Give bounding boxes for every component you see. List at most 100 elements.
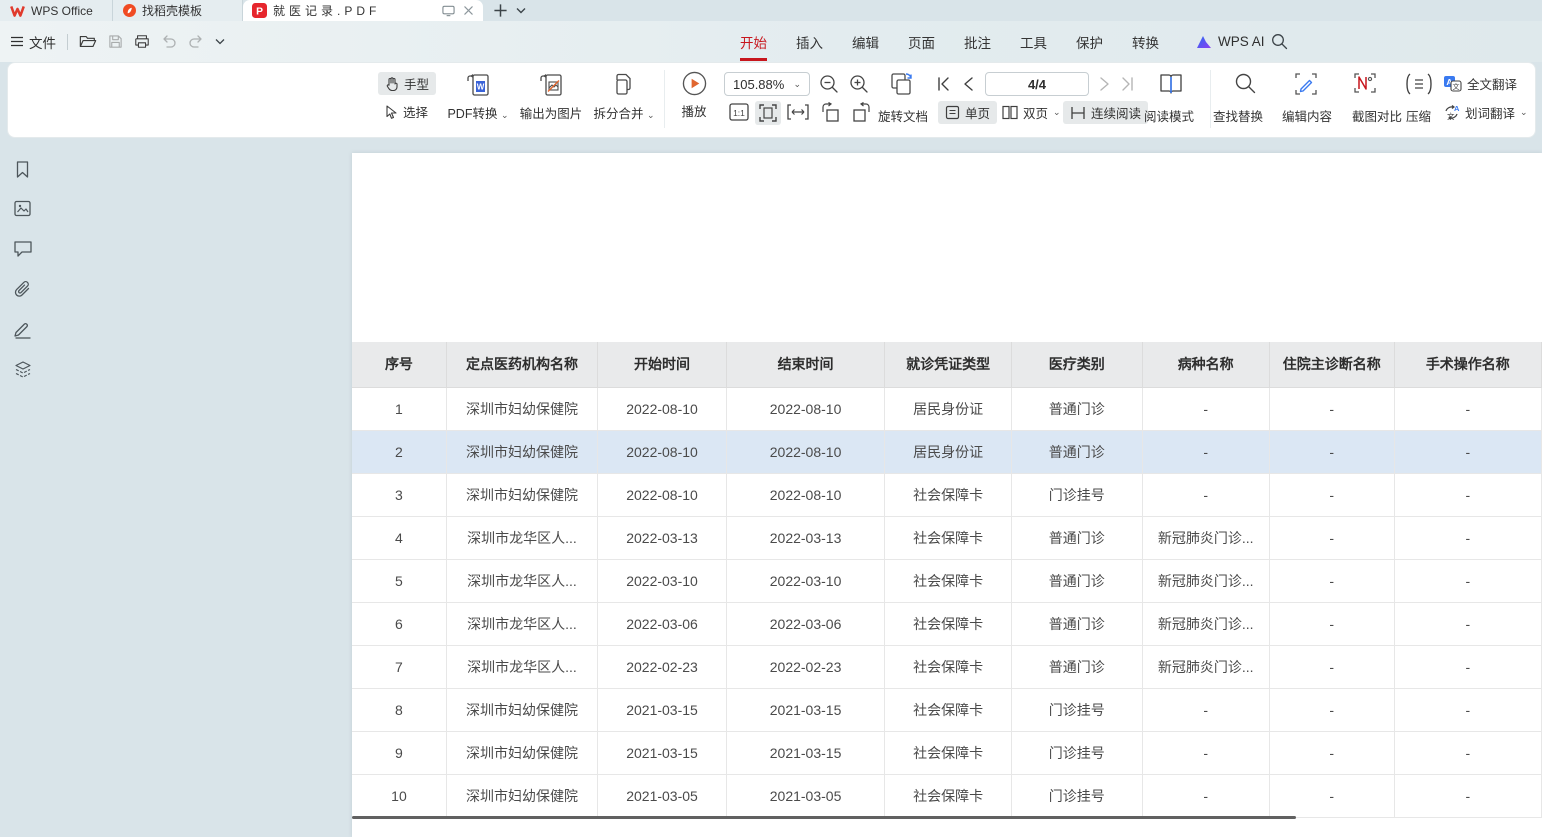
table-cell: - — [1269, 473, 1394, 516]
compress-icon[interactable] — [1404, 73, 1434, 95]
compress-label[interactable]: 压缩 — [1406, 106, 1431, 125]
table-cell: 门诊挂号 — [1012, 731, 1142, 774]
file-menu-button[interactable]: 文件 — [10, 32, 56, 52]
chevron-down-icon: ⌄ — [647, 110, 655, 120]
fit-page-button[interactable] — [755, 101, 781, 125]
attachment-icon[interactable] — [13, 280, 33, 300]
edit-content-icon[interactable] — [1295, 73, 1317, 95]
rotate-left-icon[interactable] — [820, 102, 842, 122]
first-page-icon[interactable] — [936, 77, 950, 91]
tab-wps-home[interactable]: WPS Office — [0, 0, 113, 21]
table-cell: 2022-08-10 — [598, 387, 727, 430]
replace-pages-icon[interactable] — [889, 72, 915, 96]
chevron-down-icon: ⌄ — [793, 79, 801, 90]
screenshot-compare-icon[interactable] — [1354, 73, 1378, 95]
close-icon[interactable] — [463, 5, 474, 16]
table-cell: - — [1142, 473, 1269, 516]
thumbnail-icon[interactable] — [13, 199, 32, 218]
full-translate-button[interactable]: A 文 全文翻译 — [1443, 74, 1517, 93]
wps-ai-label: WPS AI — [1218, 34, 1265, 49]
select-tool-button[interactable]: 选择 — [378, 100, 435, 123]
find-replace-icon[interactable] — [1235, 73, 1256, 94]
open-folder-icon[interactable] — [79, 34, 97, 49]
double-page-button[interactable]: 双页 ⌄ — [995, 101, 1068, 124]
table-cell: 普通门诊 — [1012, 516, 1142, 559]
play-button[interactable]: 播放 — [672, 71, 716, 120]
chevron-down-icon: ⌄ — [501, 110, 509, 120]
wps-ai-icon — [1196, 35, 1212, 49]
screenshot-compare-label[interactable]: 截图对比 — [1352, 106, 1402, 125]
tab-strip: WPS Office 找稻壳模板 P 就医记录.PDF — [0, 0, 1542, 21]
fit-width-icon[interactable] — [787, 104, 809, 120]
table-row: 9深圳市妇幼保健院2021-03-152021-03-15社会保障卡门诊挂号--… — [352, 731, 1542, 774]
actual-size-icon[interactable]: 1:1 — [729, 103, 749, 121]
hand-tool-button[interactable]: 手型 — [378, 72, 436, 95]
layers-icon[interactable] — [13, 359, 33, 379]
table-cell: - — [1142, 774, 1269, 817]
table-cell: 深圳市龙华区人... — [446, 645, 597, 688]
tab-docer[interactable]: 找稻壳模板 — [113, 0, 243, 21]
tab-convert[interactable]: 转换 — [1132, 32, 1159, 52]
continuous-read-button[interactable]: 连续阅读 — [1063, 101, 1148, 124]
wps-ai-button[interactable]: WPS AI — [1196, 21, 1265, 62]
word-translate-button[interactable]: 文 A 划词翻译 ⌄ — [1443, 103, 1528, 122]
zoom-out-icon[interactable] — [819, 74, 839, 94]
table-cell: 9 — [352, 731, 446, 774]
quick-access-chevron-icon[interactable] — [215, 38, 225, 45]
table-cell: 深圳市龙华区人... — [446, 602, 597, 645]
prev-page-icon[interactable] — [963, 77, 973, 91]
table-cell: - — [1269, 731, 1394, 774]
single-page-button[interactable]: 单页 — [938, 101, 997, 124]
single-page-label: 单页 — [965, 103, 990, 122]
detach-window-icon[interactable] — [442, 5, 455, 17]
print-icon[interactable] — [134, 34, 150, 49]
rotate-right-icon[interactable] — [850, 102, 872, 122]
tab-protect[interactable]: 保护 — [1076, 32, 1103, 52]
file-menu-label: 文件 — [29, 32, 56, 52]
page-number-input[interactable]: 4/4 — [985, 72, 1089, 96]
search-icon[interactable] — [1271, 33, 1288, 50]
undo-icon[interactable] — [161, 35, 177, 49]
chevron-down-icon: ⌄ — [1520, 107, 1528, 118]
bookmark-icon[interactable] — [13, 160, 32, 179]
last-page-icon[interactable] — [1121, 77, 1135, 91]
find-replace-label[interactable]: 查找替换 — [1213, 106, 1263, 125]
tab-list-chevron-icon[interactable] — [516, 7, 526, 14]
read-mode-book-icon[interactable] — [1158, 72, 1184, 96]
table-cell: - — [1394, 602, 1541, 645]
full-translate-icon: A 文 — [1443, 75, 1462, 92]
table-cell: 普通门诊 — [1012, 559, 1142, 602]
tab-comment[interactable]: 批注 — [964, 32, 991, 52]
pdf-convert-button[interactable]: W PDF转换 ⌄ — [443, 72, 513, 122]
tab-edit[interactable]: 编辑 — [852, 32, 879, 52]
new-tab-icon[interactable] — [493, 3, 508, 18]
zoom-in-icon[interactable] — [849, 74, 869, 94]
table-cell: - — [1142, 430, 1269, 473]
split-merge-button[interactable]: 拆分合并 ⌄ — [588, 72, 660, 122]
tab-insert[interactable]: 插入 — [796, 32, 823, 52]
next-page-icon[interactable] — [1100, 77, 1110, 91]
zoom-level-value: 105.88% — [733, 77, 784, 92]
table-cell: - — [1394, 473, 1541, 516]
table-cell: - — [1394, 430, 1541, 473]
tab-home[interactable]: 开始 — [740, 32, 767, 52]
edit-content-label[interactable]: 编辑内容 — [1282, 106, 1332, 125]
table-cell: 1 — [352, 387, 446, 430]
signature-icon[interactable] — [13, 319, 33, 339]
comment-icon[interactable] — [13, 240, 33, 258]
zoom-level-select[interactable]: 105.88% ⌄ — [724, 72, 810, 96]
menu-bar: 文件 开始 插入 编辑 页面 批注 工具 保护 转换 WPS AI — [0, 21, 1542, 62]
table-cell: 2022-08-10 — [726, 473, 884, 516]
tab-tools[interactable]: 工具 — [1020, 32, 1047, 52]
save-icon[interactable] — [108, 34, 123, 49]
table-cell: - — [1394, 731, 1541, 774]
table-cell: - — [1269, 430, 1394, 473]
export-image-button[interactable]: 输出为图片 — [514, 72, 588, 122]
read-mode-label[interactable]: 阅读模式 — [1144, 106, 1194, 125]
table-cell: 社会保障卡 — [885, 473, 1012, 516]
redo-icon[interactable] — [188, 35, 204, 49]
table-cell: 社会保障卡 — [885, 516, 1012, 559]
rotate-doc-label[interactable]: 旋转文档 — [878, 106, 928, 125]
tab-document-active[interactable]: P 就医记录.PDF — [243, 0, 483, 21]
tab-page[interactable]: 页面 — [908, 32, 935, 52]
